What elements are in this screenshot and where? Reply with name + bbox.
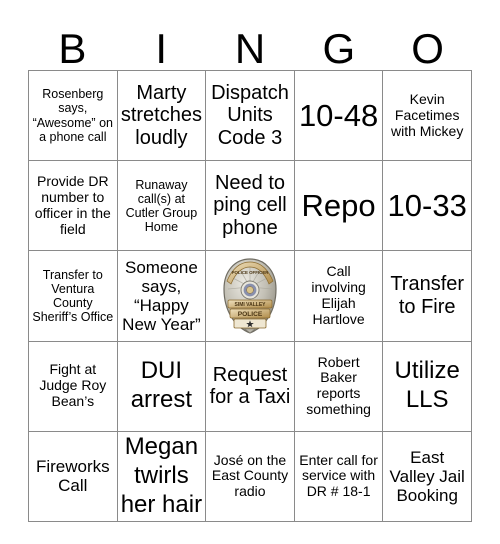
bingo-cell-text: Robert Baker reports something [306,353,371,417]
bingo-cell-text: Fight at Judge Roy Bean’s [39,361,107,410]
bingo-header: B I N G O [28,14,472,70]
bingo-cell-text: Enter call for service with DR # 18-1 [299,451,378,500]
bingo-cell[interactable]: Need to ping cell phone [206,161,295,252]
bingo-cell[interactable]: Transfer to Ventura County Sheriff’s Off… [29,251,118,342]
header-letter-i: I [155,25,168,72]
bingo-cell-text: DUI arrest [130,357,193,414]
bingo-cell[interactable]: Call involving Elijah Hartlove [294,251,384,342]
bingo-cell[interactable]: Transfer to Fire [383,251,472,342]
bingo-cell[interactable]: Marty stretches loudly [117,71,207,162]
bingo-cell-text: Rosenberg says, “Awesome” on a phone cal… [32,87,113,144]
bingo-cell[interactable]: 10-48 [294,71,384,162]
bingo-cell[interactable]: Robert Baker reports something [294,341,384,432]
bingo-free-space-cell[interactable]: POLICE OFFICER SIMI VALLEY POLICE [206,251,295,342]
bingo-cell[interactable]: Kevin Facetimes with Mickey [383,71,472,162]
bingo-cell[interactable]: 10-33 [383,161,472,252]
bingo-cell[interactable]: Enter call for service with DR # 18-1 [294,431,384,522]
bingo-cell[interactable]: Megan twirls her hair [117,431,207,522]
bingo-grid: Rosenberg says, “Awesome” on a phone cal… [28,70,472,522]
bingo-cell[interactable]: Fireworks Call [29,431,118,522]
bingo-cell[interactable]: José on the East County radio [206,431,295,522]
bingo-cell[interactable]: Fight at Judge Roy Bean’s [29,341,118,432]
bingo-cell-text: Fireworks Call [35,457,110,496]
bingo-cell-text: Call involving Elijah Hartlove [311,263,366,327]
bingo-cell-text: José on the East County radio [211,451,289,500]
badge-top-text: POLICE OFFICER [232,270,270,275]
bingo-card: B I N G O Rosenberg says, “Awesome” on a… [0,0,500,544]
bingo-cell[interactable]: Repo [294,161,384,252]
header-letter-g: G [322,25,356,72]
bingo-cell-text: Repo [301,187,376,223]
bingo-cell-text: Request for a Taxi [209,363,291,409]
badge-bottom-text: POLICE [238,311,263,318]
bingo-cell[interactable]: East Valley Jail Booking [383,431,472,522]
bingo-cell-text: Provide DR number to officer in the fiel… [34,173,111,237]
bingo-cell[interactable]: Rosenberg says, “Awesome” on a phone cal… [29,71,118,162]
bingo-cell[interactable]: Request for a Taxi [206,341,295,432]
bingo-cell-text: 10-33 [387,187,467,223]
bingo-cell-text: Kevin Facetimes with Mickey [391,90,464,139]
header-letter-n: N [234,25,266,72]
header-letter-b: B [58,25,87,72]
badge-mid-text: SIMI VALLEY [234,302,266,308]
bingo-cell[interactable]: DUI arrest [117,341,207,432]
bingo-cell-text: 10-48 [298,97,379,133]
bingo-cell[interactable]: Someone says, “Happy New Year” [117,251,207,342]
bingo-cell-text: Need to ping cell phone [213,171,287,240]
bingo-cell-text: Transfer to Ventura County Sheriff’s Off… [32,267,114,325]
bingo-cell-text: Transfer to Fire [390,273,465,318]
bingo-cell[interactable]: Provide DR number to officer in the fiel… [29,161,118,252]
bingo-cell-text: Marty stretches loudly [120,81,202,149]
bingo-cell-text: East Valley Jail Booking [389,447,465,505]
bingo-cell-text: Dispatch Units Code 3 [211,81,289,149]
bingo-cell-text: Someone says, “Happy New Year” [122,257,201,335]
bingo-cell-text: Megan twirls her hair [120,433,203,518]
bingo-cell[interactable]: Dispatch Units Code 3 [206,71,295,162]
police-badge-icon: POLICE OFFICER SIMI VALLEY POLICE [219,257,281,335]
bingo-cell-text: Runaway call(s) at Cutler Group Home [125,177,198,234]
bingo-cell[interactable]: Runaway call(s) at Cutler Group Home [117,161,207,252]
bingo-cell[interactable]: Utilize LLS [383,341,472,432]
header-letter-o: O [411,25,444,72]
bingo-cell-text: Utilize LLS [394,357,460,414]
